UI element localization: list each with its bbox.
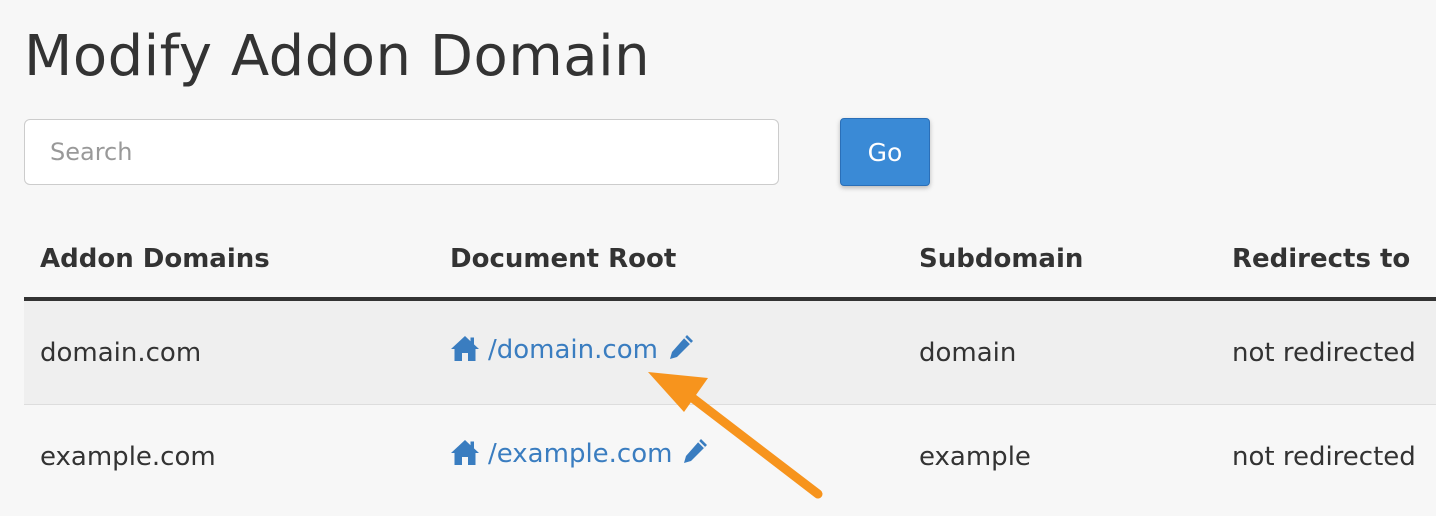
page-title: Modify Addon Domain: [24, 24, 651, 89]
redirects-to-cell: not redirected: [1216, 299, 1436, 405]
home-icon: [451, 335, 479, 361]
addon-domains-table: Addon Domains Document Root Subdomain Re…: [24, 220, 1436, 508]
table-header-row: Addon Domains Document Root Subdomain Re…: [24, 220, 1436, 301]
document-root-cell: /example.com: [434, 404, 903, 508]
document-root-link[interactable]: /domain.com: [488, 335, 658, 365]
document-root: /domain.com: [450, 332, 696, 365]
addon-domain-cell: example.com: [24, 404, 434, 508]
home-icon: [451, 439, 479, 465]
document-root-link[interactable]: /example.com: [488, 439, 672, 469]
pencil-icon[interactable]: [666, 332, 696, 362]
subdomain-cell: domain: [903, 299, 1216, 405]
header-addon-domains[interactable]: Addon Domains: [24, 220, 434, 301]
addon-domain-cell: domain.com: [24, 299, 434, 405]
header-redirects-to[interactable]: Redirects to: [1216, 220, 1436, 301]
search-input[interactable]: [24, 119, 779, 185]
table-row: example.com /example.com example not red…: [24, 404, 1436, 508]
go-button[interactable]: Go: [840, 118, 930, 186]
header-subdomain[interactable]: Subdomain: [903, 220, 1216, 301]
document-root: /example.com: [450, 436, 710, 469]
redirects-to-cell: not redirected: [1216, 404, 1436, 508]
subdomain-cell: example: [903, 404, 1216, 508]
pencil-icon[interactable]: [680, 436, 710, 466]
document-root-cell: /domain.com: [434, 299, 903, 405]
table-row: domain.com /domain.com domain not redire…: [24, 299, 1436, 405]
header-document-root[interactable]: Document Root: [434, 220, 903, 301]
